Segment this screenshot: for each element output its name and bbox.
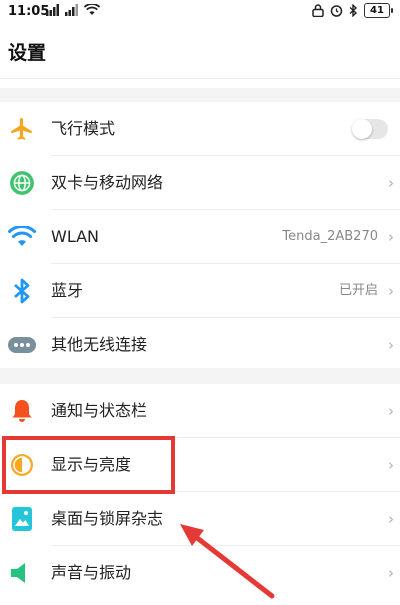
section-gap xyxy=(0,368,400,384)
signal-icon xyxy=(65,4,78,16)
settings-row-label: WLAN xyxy=(51,227,100,246)
wifi-icon xyxy=(6,221,38,253)
globe-icon xyxy=(6,167,38,199)
speaker-icon xyxy=(6,557,38,589)
settings-row-label: 声音与振动 xyxy=(51,563,132,582)
wifi-icon xyxy=(84,4,100,15)
wallpaper-icon xyxy=(6,503,38,535)
bluetooth-icon xyxy=(349,4,358,17)
airplane-mode-toggle[interactable] xyxy=(352,119,388,139)
brightness-icon xyxy=(6,449,38,481)
chevron-right-icon: › xyxy=(388,402,394,420)
settings-row-notifications[interactable]: 通知与状态栏 › xyxy=(0,384,400,438)
settings-section-personal: 通知与状态栏 › 显示与亮度 › 桌面与锁屏杂志 › 声音与振动 › xyxy=(0,384,400,600)
settings-row-dual-sim-network[interactable]: 双卡与移动网络 › xyxy=(0,156,400,210)
chevron-right-icon: › xyxy=(388,336,394,354)
settings-row-sound-vibration[interactable]: 声音与振动 › xyxy=(0,546,400,600)
chevron-right-icon: › xyxy=(388,174,394,192)
settings-row-label: 飞行模式 xyxy=(51,119,116,138)
settings-section-wireless: 飞行模式 双卡与移动网络 › WLAN Tenda_2AB270 › 蓝牙 已开… xyxy=(0,102,400,372)
chevron-right-icon: › xyxy=(388,456,394,474)
status-left-icons xyxy=(46,4,100,16)
bluetooth-icon xyxy=(6,275,38,307)
bluetooth-status: 已开启 xyxy=(338,283,378,298)
airplane-icon xyxy=(6,113,38,145)
chevron-right-icon: › xyxy=(388,228,394,246)
wlan-network-name: Tenda_2AB270 xyxy=(282,229,378,244)
settings-row-bluetooth[interactable]: 蓝牙 已开启 › xyxy=(0,264,400,318)
settings-row-label: 桌面与锁屏杂志 xyxy=(51,509,164,528)
settings-row-label: 蓝牙 xyxy=(51,281,84,300)
settings-row-label: 显示与亮度 xyxy=(51,455,132,474)
chevron-right-icon: › xyxy=(388,510,394,528)
chevron-right-icon: › xyxy=(388,564,394,582)
settings-row-label: 双卡与移动网络 xyxy=(51,173,164,192)
settings-row-airplane-mode[interactable]: 飞行模式 xyxy=(0,102,400,156)
status-time: 11:05 xyxy=(8,4,50,19)
settings-row-wlan[interactable]: WLAN Tenda_2AB270 › xyxy=(0,210,400,264)
alarm-icon xyxy=(330,5,343,17)
page-title: 设置 xyxy=(8,42,47,64)
lock-icon xyxy=(312,4,324,17)
toggle-knob xyxy=(352,119,372,139)
header-divider xyxy=(0,78,400,79)
more-dots-icon xyxy=(6,329,38,361)
status-bar: 11:05 41 xyxy=(0,0,400,24)
chevron-right-icon: › xyxy=(388,282,394,300)
settings-row-desktop-lockscreen[interactable]: 桌面与锁屏杂志 › xyxy=(0,492,400,546)
settings-row-display-brightness[interactable]: 显示与亮度 › xyxy=(0,438,400,492)
status-right-icons: 41 xyxy=(312,3,393,18)
signal-icon xyxy=(46,4,59,16)
settings-row-other-wireless[interactable]: 其他无线连接 › xyxy=(0,318,400,372)
section-gap xyxy=(0,88,400,102)
settings-row-label: 通知与状态栏 xyxy=(51,401,148,420)
bell-icon xyxy=(6,395,38,427)
settings-row-label: 其他无线连接 xyxy=(51,335,148,354)
battery-icon: 41 xyxy=(364,3,393,18)
